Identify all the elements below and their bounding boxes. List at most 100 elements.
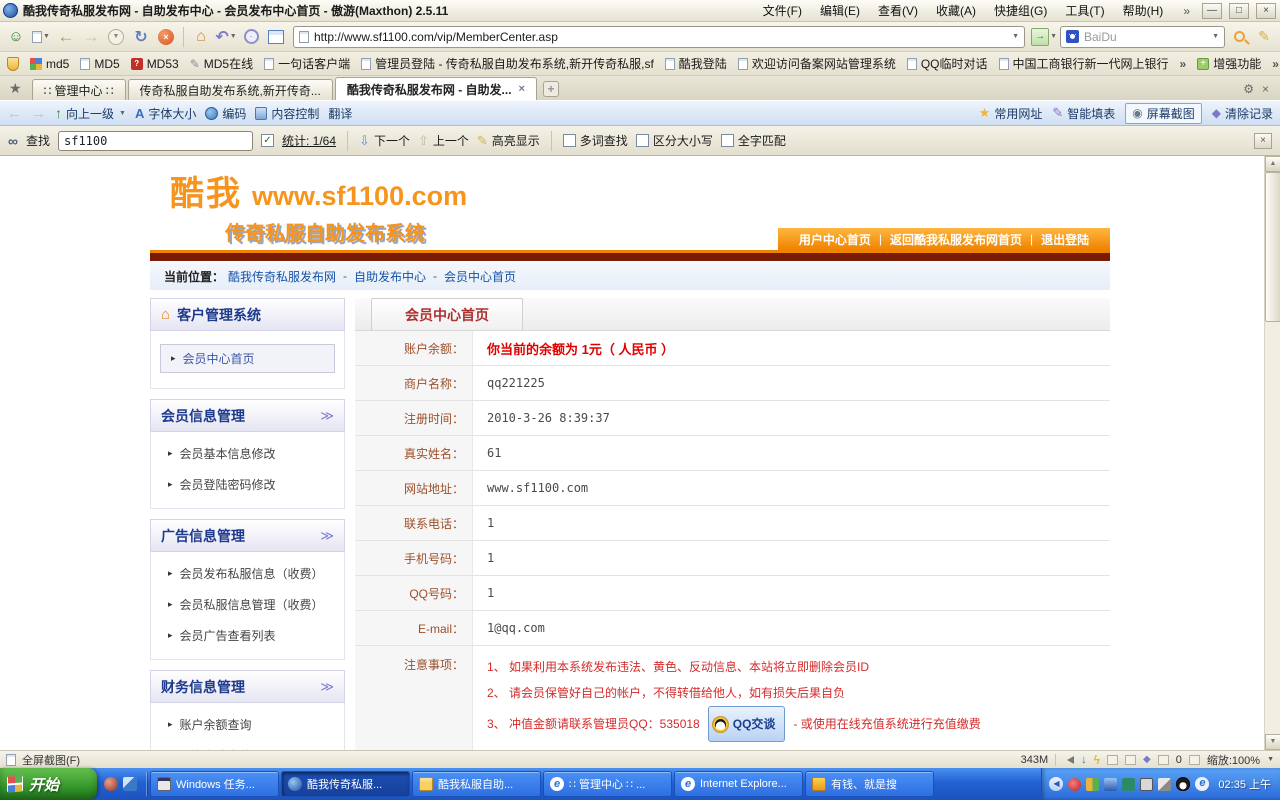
scroll-down-icon[interactable]: ▼	[1265, 734, 1280, 750]
security-shield-icon[interactable]	[7, 57, 19, 71]
address-bar[interactable]: http://www.sf1100.com/vip/MemberCenter.a…	[293, 26, 1025, 48]
task-kuwo-browser-active[interactable]: 酷我传奇私服...	[281, 771, 410, 797]
tray-window-icon[interactable]	[1158, 778, 1171, 791]
task-admin-center[interactable]: e∷ 管理中心 ∷ ...	[543, 771, 672, 797]
close-button[interactable]: ×	[1256, 3, 1276, 19]
tabbar-close-icon[interactable]: ×	[1262, 82, 1269, 96]
menu-favorites[interactable]: 收藏(A)	[927, 0, 985, 21]
tab-tools-icon[interactable]: ⚙	[1243, 82, 1254, 96]
bookmark-MD5[interactable]: MD5	[80, 57, 119, 71]
search-dropdown-icon[interactable]: ▼	[1212, 33, 1219, 40]
qq-chat-button[interactable]: QQ交谈	[708, 706, 786, 742]
tray-media-icon[interactable]	[1068, 778, 1081, 791]
breadcrumb-site-link[interactable]: 酷我传奇私服发布网	[228, 268, 336, 285]
history-button[interactable]: ·	[240, 26, 262, 48]
find-prev-button[interactable]: ⇧上一个	[418, 132, 469, 149]
sidebar-item-edit-info[interactable]: ▸会员基本信息修改	[151, 438, 344, 469]
search-button[interactable]	[1228, 26, 1250, 48]
page-scrollbar[interactable]: ▲ ▼	[1264, 156, 1280, 750]
window-pale-icon[interactable]	[1107, 755, 1118, 765]
task-internet-explorer[interactable]: eInternet Explore...	[674, 771, 803, 797]
tray-blue-icon[interactable]	[1104, 778, 1117, 791]
nav-logout[interactable]: 退出登陆	[1041, 231, 1089, 248]
nav-return-home[interactable]: 返回酷我私服发布网首页	[890, 231, 1022, 248]
url-text[interactable]: http://www.sf1100.com/vip/MemberCenter.a…	[314, 30, 1006, 44]
up-level-button[interactable]: ↑向上一级▼	[55, 105, 126, 122]
find-stats-link[interactable]: 统计: 1/64	[282, 132, 336, 149]
sidebar-section-member-info[interactable]: 会员信息管理 ≫	[150, 399, 345, 432]
refresh-button[interactable]: ↻	[130, 26, 152, 48]
bookmark-qq-chat[interactable]: QQ临时对话	[907, 55, 988, 72]
quick-launch-icon-1[interactable]	[104, 777, 118, 791]
screenshot-button[interactable]: ◉屏幕截图	[1125, 103, 1202, 124]
sidebar-item-online-recharge[interactable]: ▸账户在线充值	[151, 740, 344, 750]
translate-button[interactable]: 翻译	[328, 105, 352, 122]
folder-pale-icon[interactable]	[1125, 755, 1136, 765]
task-windows-tasks[interactable]: Windows 任务...	[150, 771, 279, 797]
smart-fill-button[interactable]: ✎智能填表	[1052, 105, 1115, 122]
menu-edit[interactable]: 编辑(E)	[811, 0, 869, 21]
download-icon[interactable]: ↓	[1081, 754, 1087, 766]
tray-display-icon[interactable]	[1140, 778, 1153, 791]
content-tab-member-home[interactable]: 会员中心首页	[371, 298, 523, 330]
ie-tray-icon[interactable]: e	[1195, 777, 1209, 791]
highlight-button[interactable]: ✎高亮显示	[477, 132, 540, 149]
scroll-up-icon[interactable]: ▲	[1265, 156, 1280, 172]
menu-view[interactable]: 查看(V)	[869, 0, 927, 21]
tray-green-icon[interactable]	[1122, 778, 1135, 791]
lightning-icon[interactable]: ϟ	[1094, 753, 1100, 767]
breadcrumb-center-link[interactable]: 自助发布中心	[354, 268, 426, 285]
multi-word-checkbox[interactable]: 多词查找	[563, 132, 628, 149]
bookmark-kuwo-login[interactable]: 酷我登陆	[665, 55, 727, 72]
bookmark-MD53[interactable]: ?MD53	[131, 57, 179, 71]
task-sou-search[interactable]: 有钱、就是搜	[805, 771, 934, 797]
favorites-star-icon[interactable]: ★	[9, 80, 22, 97]
menu-file[interactable]: 文件(F)	[754, 0, 811, 21]
menu-tools[interactable]: 工具(T)	[1056, 0, 1113, 21]
window-list-button[interactable]	[265, 26, 287, 48]
tab-publish-system[interactable]: 传奇私服自助发布系统,新开传奇...	[128, 79, 333, 100]
back-button[interactable]: ←	[55, 26, 77, 48]
enhance-features-button[interactable]: +增强功能	[1197, 55, 1261, 72]
start-button[interactable]: 开始	[0, 768, 97, 800]
minimize-button[interactable]: —	[1202, 3, 1222, 19]
home-button[interactable]: ⌂	[190, 26, 212, 48]
stop-button[interactable]: ×	[155, 26, 177, 48]
find-close-button[interactable]: ×	[1254, 133, 1272, 149]
encoding-button[interactable]: 编码	[205, 105, 246, 122]
content-control-button[interactable]: 内容控制	[255, 105, 319, 122]
sidebar-item-publish-server[interactable]: ▸会员发布私服信息（收费）	[151, 558, 344, 589]
search-engine-label[interactable]: BaiDu	[1084, 30, 1206, 44]
bookmark-md5[interactable]: md5	[30, 57, 69, 71]
new-page-button[interactable]: ▼	[30, 26, 52, 48]
menu-groups[interactable]: 快捷组(G)	[985, 0, 1056, 21]
plugin-diamond-icon[interactable]: ◆	[1143, 754, 1151, 765]
restore-button[interactable]: □	[1229, 3, 1249, 19]
sidebar-item-edit-password[interactable]: ▸会员登陆密码修改	[151, 469, 344, 500]
bookmark-client[interactable]: 一句话客户端	[264, 55, 350, 72]
enhance-overflow-icon[interactable]: »	[1272, 57, 1279, 71]
clear-history-button[interactable]: ◆清除记录	[1212, 105, 1273, 122]
bookmark-md5-online[interactable]: ✎MD5在线	[190, 55, 253, 72]
quick-launch-icon-2[interactable]	[123, 777, 137, 791]
zoom-level[interactable]: 缩放:100%	[1207, 752, 1260, 768]
breadcrumb-current-link[interactable]: 会员中心首页	[444, 268, 516, 285]
tab-member-center-active[interactable]: 酷我传奇私服发布网 - 自助发...×	[335, 77, 537, 100]
status-left-text[interactable]: 全屏截图(F)	[22, 752, 80, 768]
volume-icon[interactable]	[1063, 756, 1074, 764]
menu-overflow-icon[interactable]: »	[1177, 4, 1196, 18]
tab-close-icon[interactable]: ×	[519, 83, 525, 95]
tray-collapse-icon[interactable]: ◀	[1049, 777, 1063, 791]
tab-admin-center[interactable]: ∷ 管理中心 ∷	[32, 79, 126, 100]
address-dropdown-icon[interactable]: ▼	[1012, 33, 1019, 40]
bookmark-admin-login[interactable]: 管理员登陆 - 传奇私服自助发布系统,新开传奇私服,sf	[361, 55, 654, 72]
user-account-icon[interactable]: ☺	[5, 26, 27, 48]
zoom-caret-icon[interactable]: ▼	[1267, 756, 1274, 763]
site-logo[interactable]: 酷我 www.sf1100.com 传奇私服自助发布系统	[170, 166, 467, 246]
sidebar-section-finance[interactable]: 财务信息管理 ≫	[150, 670, 345, 703]
task-folder[interactable]: 酷我私服自助...	[412, 771, 541, 797]
scrollbar-thumb[interactable]	[1265, 172, 1280, 322]
bookmarks-overflow-icon[interactable]: »	[1180, 57, 1187, 71]
sidebar-item-balance-query[interactable]: ▸账户余额查询	[151, 709, 344, 740]
go-button[interactable]: →▼	[1031, 26, 1057, 48]
